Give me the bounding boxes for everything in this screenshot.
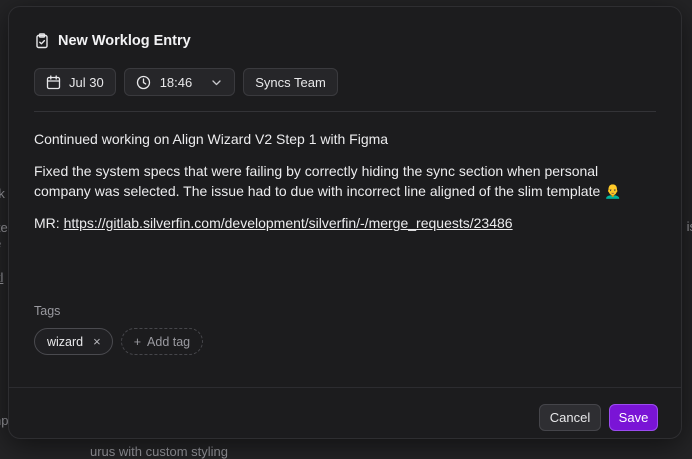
header-divider	[34, 111, 656, 112]
time-label: 18:46	[159, 74, 193, 90]
background-text: rk	[0, 186, 5, 201]
tag-label: wizard	[47, 334, 84, 349]
date-label: Jul 30	[69, 74, 104, 90]
footer-divider	[9, 387, 681, 388]
mr-prefix: MR:	[34, 215, 64, 231]
modal-title: New Worklog Entry	[58, 33, 191, 49]
entry-body[interactable]: Continued working on Align Wizard V2 Ste…	[34, 129, 651, 245]
clock-icon	[136, 75, 151, 90]
background-text: e	[0, 236, 1, 251]
team-selector-button[interactable]: Syncs Team	[243, 68, 338, 96]
save-button[interactable]: Save	[609, 404, 658, 431]
background-link: itl	[0, 270, 4, 285]
background-text: is	[686, 219, 692, 234]
tag-chip[interactable]: wizard ×	[34, 328, 113, 355]
merge-request-line: MR: https://gitlab.silverfin.com/develop…	[34, 213, 651, 233]
tags-label: Tags	[34, 304, 61, 318]
calendar-icon	[46, 74, 61, 90]
clipboard-icon	[34, 33, 50, 49]
background-text: urus with custom styling	[90, 444, 228, 459]
cancel-button[interactable]: Cancel	[539, 404, 601, 431]
background-text: ite	[0, 220, 8, 235]
date-picker-button[interactable]: Jul 30	[34, 68, 116, 96]
worklog-modal: New Worklog Entry Jul 30 18:46 Syncs Tea…	[8, 6, 682, 439]
body-line-1: Continued working on Align Wizard V2 Ste…	[34, 131, 389, 147]
remove-tag-icon[interactable]: ×	[93, 334, 101, 349]
body-line-2: Fixed the system specs that were failing…	[34, 163, 622, 199]
tags-row: wizard × + Add tag	[34, 328, 204, 355]
add-tag-label: Add tag	[147, 334, 191, 349]
plus-icon: +	[133, 334, 142, 349]
merge-request-link[interactable]: https://gitlab.silverfin.com/development…	[64, 215, 513, 231]
team-label: Syncs Team	[255, 74, 326, 90]
entry-meta-row: Jul 30 18:46 Syncs Team	[34, 68, 338, 96]
chevron-down-icon	[209, 75, 224, 90]
time-picker-button[interactable]: 18:46	[123, 68, 236, 96]
modal-header: New Worklog Entry	[34, 33, 191, 49]
add-tag-button[interactable]: + Add tag	[120, 328, 204, 355]
